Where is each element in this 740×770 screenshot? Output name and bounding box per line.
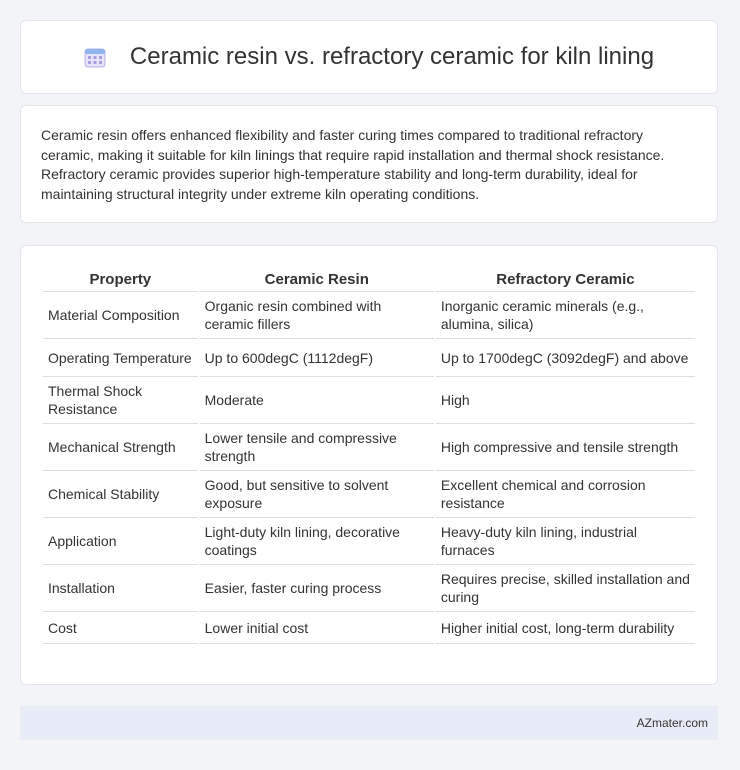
table-row: Cost Lower initial cost Higher initial c… [43, 612, 695, 644]
table-row: Mechanical Strength Lower tensile and co… [43, 424, 695, 471]
property-cell: Mechanical Strength [43, 424, 198, 471]
table-row: Material Composition Organic resin combi… [43, 292, 695, 339]
summary-card: Ceramic resin offers enhanced flexibilit… [20, 105, 718, 223]
page-title: Ceramic resin vs. refractory ceramic for… [84, 43, 654, 71]
table-header-row: Property Ceramic Resin Refractory Cerami… [43, 264, 695, 292]
table-row: Thermal Shock Resistance Moderate High [43, 377, 695, 424]
ceramic-resin-cell: Lower initial cost [199, 612, 434, 644]
column-header-property: Property [43, 264, 198, 292]
property-cell: Thermal Shock Resistance [43, 377, 198, 424]
refractory-ceramic-cell: High compressive and tensile strength [435, 424, 695, 471]
column-header-refractory-ceramic: Refractory Ceramic [435, 264, 695, 292]
comparison-table-card: Property Ceramic Resin Refractory Cerami… [20, 245, 718, 685]
refractory-ceramic-cell: Higher initial cost, long-term durabilit… [435, 612, 695, 644]
property-cell: Cost [43, 612, 198, 644]
page-title-text: Ceramic resin vs. refractory ceramic for… [129, 43, 655, 70]
summary-text: Ceramic resin offers enhanced flexibilit… [41, 127, 665, 202]
refractory-ceramic-cell: Excellent chemical and corrosion resista… [435, 471, 695, 518]
ceramic-resin-cell: Easier, faster curing process [199, 565, 434, 612]
refractory-ceramic-cell: High [435, 377, 695, 424]
property-cell: Material Composition [43, 292, 198, 339]
table-row: Chemical Stability Good, but sensitive t… [43, 471, 695, 518]
calendar-icon [84, 46, 106, 68]
ceramic-resin-cell: Up to 600degC (1112degF) [199, 339, 434, 377]
ceramic-resin-cell: Organic resin combined with ceramic fill… [199, 292, 434, 339]
title-card: Ceramic resin vs. refractory ceramic for… [20, 20, 718, 94]
refractory-ceramic-cell: Inorganic ceramic minerals (e.g., alumin… [435, 292, 695, 339]
ceramic-resin-cell: Light-duty kiln lining, decorative coati… [199, 518, 434, 565]
ceramic-resin-cell: Good, but sensitive to solvent exposure [199, 471, 434, 518]
footer-brand: AZmater.com [636, 716, 708, 730]
property-cell: Application [43, 518, 198, 565]
table-row: Installation Easier, faster curing proce… [43, 565, 695, 612]
column-header-ceramic-resin: Ceramic Resin [199, 264, 434, 292]
property-cell: Operating Temperature [43, 339, 198, 377]
comparison-table: Property Ceramic Resin Refractory Cerami… [41, 264, 697, 644]
table-row: Application Light-duty kiln lining, deco… [43, 518, 695, 565]
refractory-ceramic-cell: Requires precise, skilled installation a… [435, 565, 695, 612]
refractory-ceramic-cell: Up to 1700degC (3092degF) and above [435, 339, 695, 377]
property-cell: Installation [43, 565, 198, 612]
property-cell: Chemical Stability [43, 471, 198, 518]
footer: AZmater.com [20, 706, 718, 740]
refractory-ceramic-cell: Heavy-duty kiln lining, industrial furna… [435, 518, 695, 565]
ceramic-resin-cell: Lower tensile and compressive strength [199, 424, 434, 471]
ceramic-resin-cell: Moderate [199, 377, 434, 424]
table-row: Operating Temperature Up to 600degC (111… [43, 339, 695, 377]
